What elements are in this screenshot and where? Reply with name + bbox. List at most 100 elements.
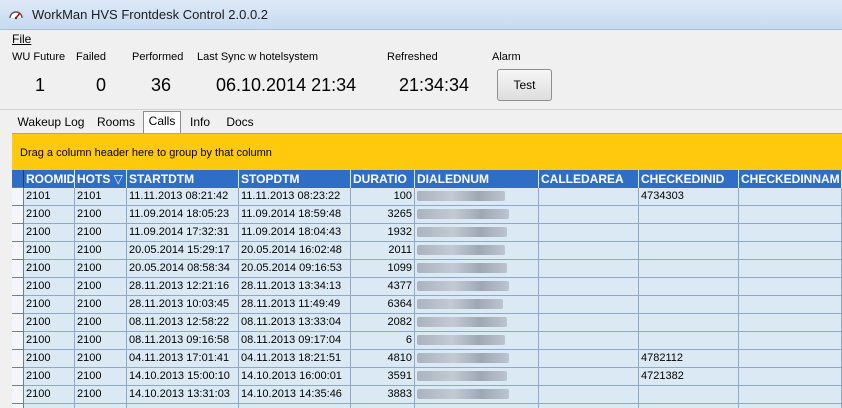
cell-dialednum[interactable] [415, 368, 539, 386]
cell-roomid[interactable]: 2100 [24, 206, 75, 224]
cell-roomid[interactable]: 2100 [24, 278, 75, 296]
cell-hots[interactable]: 2100 [75, 350, 127, 368]
cell-dialednum[interactable] [415, 260, 539, 278]
cell-roomid[interactable]: 2100 [24, 296, 75, 314]
cell-startdtm[interactable]: 08.11.2013 12:58:22 [127, 314, 239, 332]
cell-roomid[interactable]: 2101 [24, 188, 75, 206]
cell-stopdtm[interactable]: 04.11.2013 18:21:51 [239, 350, 351, 368]
row-indicator[interactable] [12, 224, 24, 242]
cell-checkedinid[interactable] [639, 314, 739, 332]
row-indicator[interactable] [12, 332, 24, 350]
tab-calls[interactable]: Calls [143, 111, 181, 133]
row-indicator[interactable] [12, 242, 24, 260]
cell-dialednum[interactable] [415, 224, 539, 242]
test-alarm-button[interactable]: Test [497, 69, 552, 101]
cell-dialednum[interactable] [415, 188, 539, 206]
cell-startdtm[interactable]: 14.10.2013 15:00:10 [127, 368, 239, 386]
cell-startdtm[interactable]: 08.11.2013 09:16:58 [127, 332, 239, 350]
cell-stopdtm[interactable]: 11.09.2014 18:04:43 [239, 224, 351, 242]
cell-calledarea[interactable] [539, 260, 639, 278]
row-indicator[interactable] [12, 260, 24, 278]
column-header-checkedinname[interactable]: CHECKEDINNAM [739, 170, 842, 188]
cell-roomid[interactable]: 2100 [24, 260, 75, 278]
cell-checkedinid[interactable] [639, 296, 739, 314]
cell-checkedinname[interactable] [739, 224, 842, 242]
cell-startdtm[interactable]: 20.05.2014 15:29:17 [127, 242, 239, 260]
table-row[interactable]: 2100 2100 08.11.2013 09:16:58 08.11.2013 09… [12, 332, 842, 350]
cell-hots[interactable]: 2101 [75, 188, 127, 206]
cell-calledarea[interactable] [539, 404, 639, 408]
cell-duration[interactable]: 6 [351, 332, 415, 350]
cell-checkedinname[interactable] [739, 278, 842, 296]
row-indicator[interactable] [12, 314, 24, 332]
cell-hots[interactable]: 2100 [75, 260, 127, 278]
cell-checkedinid[interactable] [639, 206, 739, 224]
cell-startdtm[interactable]: 11.09.2014 18:05:23 [127, 206, 239, 224]
cell-checkedinid[interactable] [639, 242, 739, 260]
cell-checkedinname[interactable] [739, 314, 842, 332]
row-indicator[interactable] [12, 386, 24, 404]
cell-duration[interactable]: 1099 [351, 260, 415, 278]
cell-checkedinname[interactable] [739, 368, 842, 386]
cell-hots[interactable]: 2100 [75, 242, 127, 260]
cell-hots[interactable]: 2100 [75, 278, 127, 296]
cell-startdtm[interactable]: 11.09.2014 17:32:31 [127, 224, 239, 242]
cell-stopdtm[interactable]: 28.11.2013 13:34:13 [239, 278, 351, 296]
cell-duration[interactable] [351, 404, 415, 408]
cell-calledarea[interactable] [539, 350, 639, 368]
cell-stopdtm[interactable]: 20.05.2014 16:02:48 [239, 242, 351, 260]
cell-checkedinname[interactable] [739, 260, 842, 278]
cell-checkedinname[interactable] [739, 296, 842, 314]
cell-calledarea[interactable] [539, 242, 639, 260]
cell-checkedinname[interactable] [739, 332, 842, 350]
cell-checkedinid[interactable] [639, 404, 739, 408]
cell-duration[interactable]: 4377 [351, 278, 415, 296]
cell-calledarea[interactable] [539, 386, 639, 404]
tab-info[interactable]: Info [184, 113, 216, 133]
cell-roomid[interactable]: 2100 [24, 332, 75, 350]
cell-dialednum[interactable] [415, 314, 539, 332]
cell-checkedinname[interactable] [739, 350, 842, 368]
cell-stopdtm[interactable]: 08.11.2013 09:17:04 [239, 332, 351, 350]
cell-checkedinid[interactable] [639, 224, 739, 242]
cell-hots[interactable] [75, 404, 127, 408]
column-header-duration[interactable]: DURATIO [351, 170, 415, 188]
cell-startdtm[interactable]: 04.11.2013 17:01:41 [127, 350, 239, 368]
cell-hots[interactable]: 2100 [75, 332, 127, 350]
cell-calledarea[interactable] [539, 296, 639, 314]
cell-roomid[interactable]: 2100 [24, 224, 75, 242]
cell-startdtm[interactable]: 14.10.2013 13:31:03 [127, 386, 239, 404]
row-indicator[interactable] [12, 350, 24, 368]
cell-duration[interactable]: 3591 [351, 368, 415, 386]
cell-roomid[interactable]: 2100 [24, 350, 75, 368]
column-header-dialednum[interactable]: DIALEDNUM [415, 170, 539, 188]
cell-duration[interactable]: 100 [351, 188, 415, 206]
row-indicator[interactable] [12, 278, 24, 296]
table-row[interactable]: 2100 2100 28.11.2013 10:03:45 28.11.2013 11… [12, 296, 842, 314]
column-header-hots[interactable]: HOTS ▽ [75, 170, 127, 188]
cell-duration[interactable]: 2011 [351, 242, 415, 260]
cell-dialednum[interactable] [415, 350, 539, 368]
cell-calledarea[interactable] [539, 314, 639, 332]
cell-stopdtm[interactable]: 28.11.2013 11:49:49 [239, 296, 351, 314]
table-row[interactable]: 2100 2100 20.05.2014 08:58:34 20.05.2014 09… [12, 260, 842, 278]
cell-calledarea[interactable] [539, 206, 639, 224]
table-row[interactable]: 2100 2100 11.09.2014 18:05:23 11.09.2014 18… [12, 206, 842, 224]
table-row[interactable]: 2100 2100 04.11.2013 17:01:41 04.11.2013 18… [12, 350, 842, 368]
cell-checkedinname[interactable] [739, 206, 842, 224]
table-row[interactable]: 2101 2101 11.11.2013 08:21:42 11.11.2013 08… [12, 188, 842, 206]
cell-checkedinname[interactable] [739, 404, 842, 408]
cell-roomid[interactable]: 2100 [24, 314, 75, 332]
cell-duration[interactable]: 4810 [351, 350, 415, 368]
row-indicator[interactable] [12, 296, 24, 314]
cell-startdtm[interactable] [127, 404, 239, 408]
cell-dialednum[interactable] [415, 404, 539, 408]
cell-calledarea[interactable] [539, 278, 639, 296]
cell-dialednum[interactable] [415, 278, 539, 296]
cell-checkedinid[interactable]: 4721382 [639, 368, 739, 386]
cell-checkedinid[interactable]: 4782112 [639, 350, 739, 368]
cell-hots[interactable]: 2100 [75, 296, 127, 314]
table-row[interactable] [12, 404, 842, 408]
table-row[interactable]: 2100 2100 11.09.2014 17:32:31 11.09.2014 18… [12, 224, 842, 242]
cell-roomid[interactable]: 2100 [24, 242, 75, 260]
